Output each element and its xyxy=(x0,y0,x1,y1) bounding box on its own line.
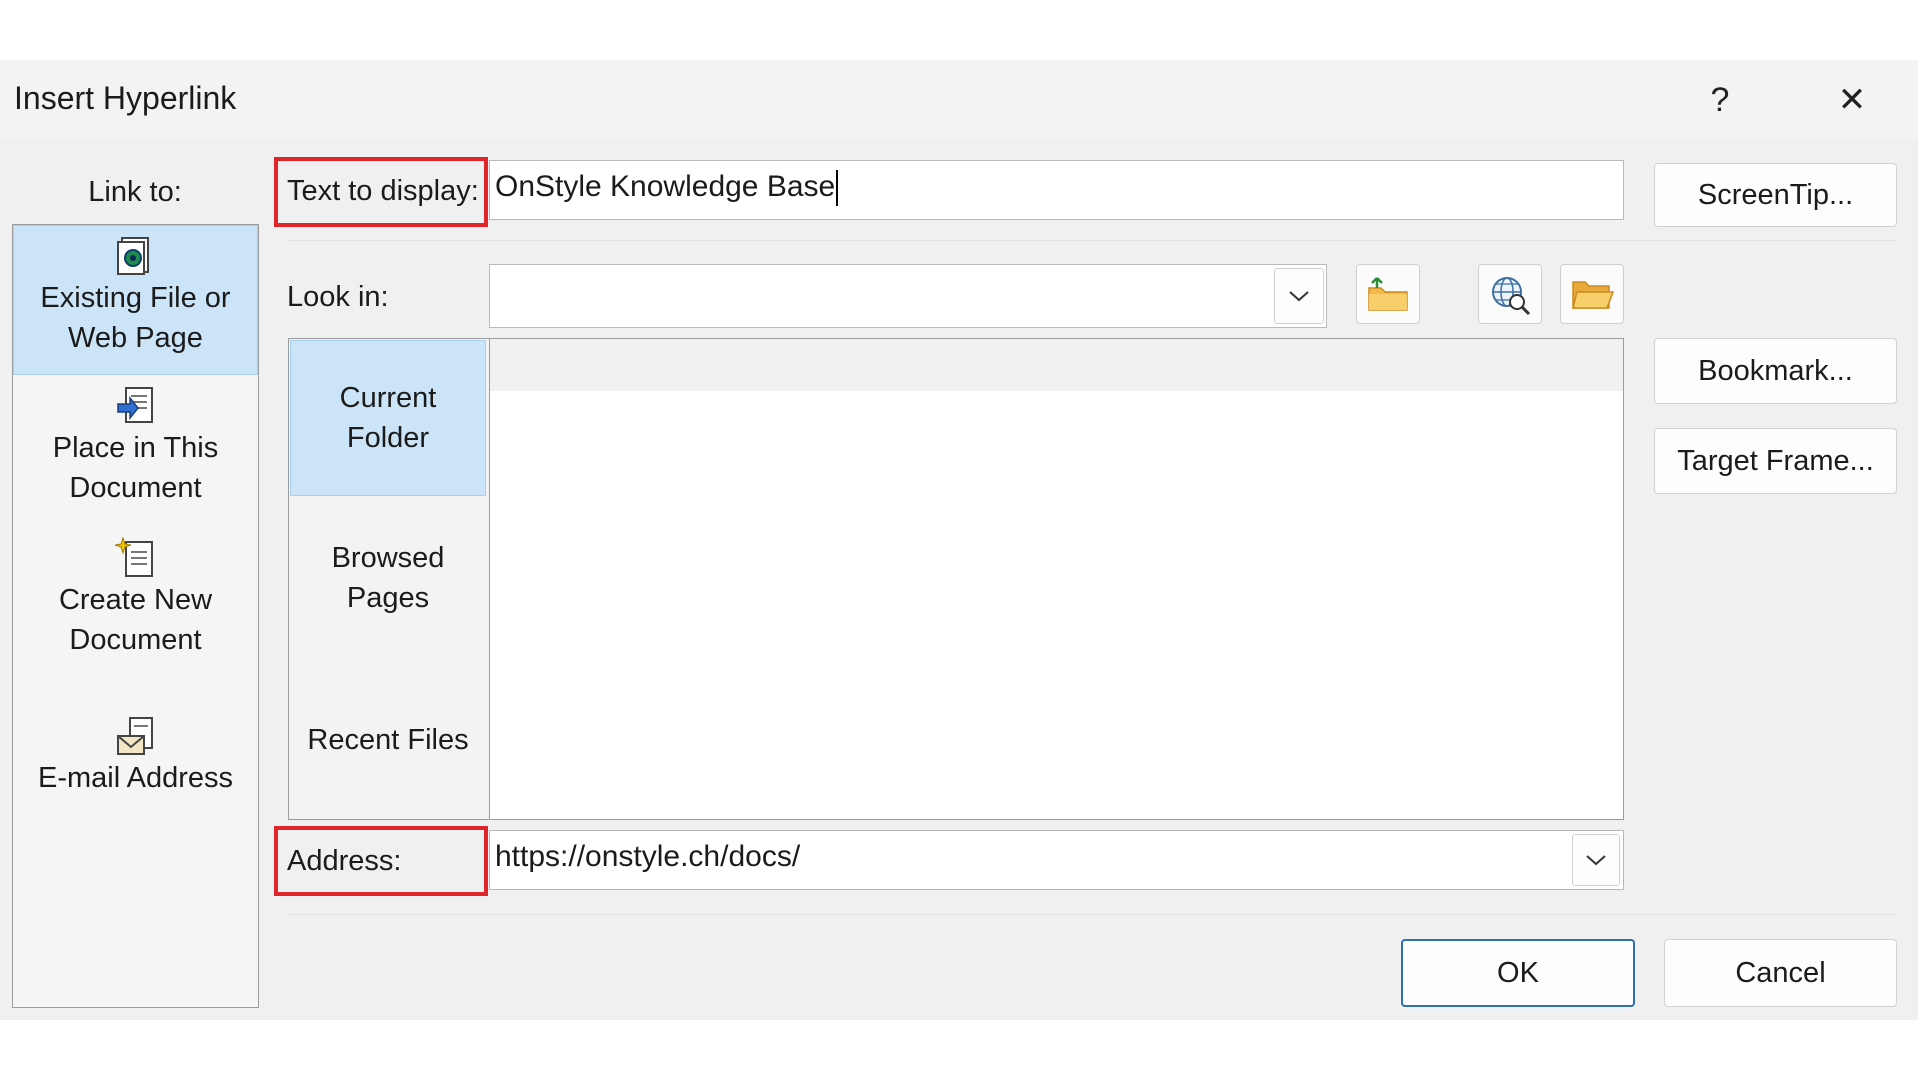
tab-recent-files[interactable]: Recent Files xyxy=(290,700,486,780)
link-to-place-line2: Document xyxy=(69,472,202,504)
chevron-down-icon xyxy=(1586,855,1606,866)
target-frame-button[interactable]: Target Frame... xyxy=(1654,428,1897,494)
email-address-icon xyxy=(116,717,153,755)
link-to-create-line1: Create New xyxy=(58,584,213,616)
link-to-existing-file[interactable]: Existing File or Web Page xyxy=(13,225,258,375)
address-label: Address: xyxy=(287,845,402,877)
link-to-create-new-document[interactable]: Create New Document xyxy=(13,534,258,684)
file-list-header xyxy=(490,339,1623,391)
link-to-existing-file-line2: Web Page xyxy=(68,322,203,354)
close-icon: ✕ xyxy=(1837,81,1867,119)
separator-top xyxy=(288,240,1896,241)
address-dropdown-arrow[interactable] xyxy=(1572,834,1620,886)
tab-browsed-pages-line1: Browsed xyxy=(331,542,445,574)
address-input[interactable]: https://onstyle.ch/docs/ xyxy=(489,830,1624,890)
link-to-email-address[interactable]: E-mail Address xyxy=(13,714,258,824)
link-to-label: Link to: xyxy=(88,176,182,208)
look-in-label: Look in: xyxy=(287,281,389,313)
tab-current-folder-line1: Current xyxy=(339,382,437,414)
create-new-document-icon xyxy=(114,536,153,577)
look-in-dropdown[interactable] xyxy=(489,264,1327,328)
look-in-dropdown-arrow[interactable] xyxy=(1274,268,1324,324)
screentip-button[interactable]: ScreenTip... xyxy=(1654,163,1897,227)
ok-button[interactable]: OK xyxy=(1401,939,1635,1007)
existing-file-icon xyxy=(116,237,149,275)
separator-bottom xyxy=(288,914,1896,915)
file-list[interactable] xyxy=(489,339,1623,819)
text-caret xyxy=(836,170,839,207)
tab-browsed-pages-line2: Pages xyxy=(346,582,430,614)
bookmark-button[interactable]: Bookmark... xyxy=(1654,338,1897,404)
up-one-folder-button[interactable] xyxy=(1356,264,1420,324)
browse-file-button[interactable] xyxy=(1560,264,1624,324)
tab-recent-files-label: Recent Files xyxy=(307,724,469,756)
help-icon: ? xyxy=(1710,80,1730,119)
address-value: https://onstyle.ch/docs/ xyxy=(495,840,801,873)
folder-up-icon xyxy=(1368,277,1408,311)
tab-current-folder-line2: Folder xyxy=(346,422,430,454)
text-to-display-value: OnStyle Knowledge Base xyxy=(495,170,836,203)
browse-web-icon xyxy=(1492,277,1531,316)
tab-browsed-pages[interactable]: Browsed Pages xyxy=(290,500,486,656)
text-to-display-input[interactable]: OnStyle Knowledge Base xyxy=(489,160,1624,220)
open-folder-icon xyxy=(1572,281,1615,309)
link-to-place-in-document[interactable]: Place in This Document xyxy=(13,380,258,530)
title-bar xyxy=(0,60,1918,138)
close-button[interactable]: ✕ xyxy=(1824,72,1880,128)
cancel-button[interactable]: Cancel xyxy=(1664,939,1897,1007)
chevron-down-icon xyxy=(1289,291,1309,302)
text-to-display-label: Text to display: xyxy=(287,175,479,207)
help-button[interactable]: ? xyxy=(1692,72,1748,128)
link-to-email-line1: E-mail Address xyxy=(37,762,233,794)
browse-web-button[interactable] xyxy=(1478,264,1542,324)
link-to-place-line1: Place in This xyxy=(52,432,219,464)
place-in-document-icon xyxy=(116,387,153,423)
link-to-create-line2: Document xyxy=(69,624,202,656)
dialog-title: Insert Hyperlink xyxy=(14,80,237,116)
link-to-existing-file-line1: Existing File or xyxy=(40,282,231,314)
tab-current-folder[interactable]: Current Folder xyxy=(290,340,486,496)
